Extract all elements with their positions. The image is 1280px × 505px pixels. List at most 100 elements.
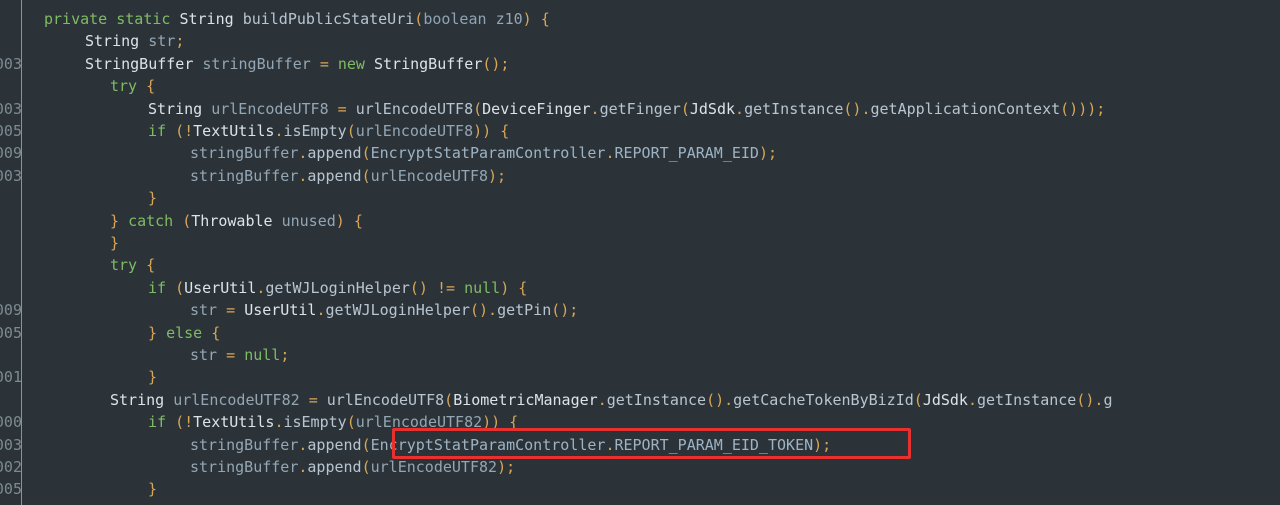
code-token: BiometricManager bbox=[453, 390, 598, 409]
line-number: 001 bbox=[0, 368, 22, 387]
code-token: = bbox=[226, 346, 236, 364]
code-line[interactable]: } else { bbox=[148, 322, 220, 344]
code-token: UserUtil bbox=[244, 301, 317, 320]
code-line[interactable]: private static String buildPublicStateUr… bbox=[44, 8, 550, 30]
code-line[interactable]: } bbox=[148, 366, 157, 388]
code-token: . bbox=[597, 390, 607, 409]
code-token: stringBuffer bbox=[202, 54, 311, 73]
code-token: boolean bbox=[423, 10, 487, 28]
code-token: ( bbox=[414, 10, 424, 28]
code-token: ( bbox=[346, 122, 356, 140]
code-token: ( bbox=[361, 144, 371, 163]
line-number: 009 bbox=[0, 301, 22, 320]
code-line[interactable]: if (!TextUtils.isEmpty(urlEncodeUTF8)) { bbox=[148, 120, 509, 142]
code-line[interactable]: } catch (Throwable unused2) { bbox=[110, 501, 372, 505]
code-line[interactable]: stringBuffer.append(EncryptStatParamCont… bbox=[190, 142, 777, 164]
code-line[interactable]: } bbox=[148, 187, 157, 209]
code-token: { bbox=[540, 10, 550, 28]
code-token: stringBuffer bbox=[190, 458, 299, 476]
code-line[interactable]: if (!TextUtils.isEmpty(urlEncodeUTF82)) … bbox=[148, 411, 518, 433]
code-line[interactable]: str = UserUtil.getWJLoginHelper().getPin… bbox=[190, 299, 578, 321]
code-token: = bbox=[319, 54, 329, 73]
code-token: . bbox=[967, 390, 977, 409]
code-line[interactable]: str = null; bbox=[190, 344, 289, 366]
code-token: (! bbox=[175, 122, 194, 140]
code-line[interactable]: stringBuffer.append(urlEncodeUTF8); bbox=[190, 165, 506, 187]
code-token: () bbox=[1076, 390, 1095, 409]
code-token: ( bbox=[182, 211, 192, 230]
code-line[interactable]: stringBuffer.append(EncryptStatParamCont… bbox=[190, 434, 831, 456]
line-number bbox=[0, 232, 22, 254]
line-number bbox=[0, 75, 22, 97]
code-token: UserUtil bbox=[184, 278, 257, 297]
code-token: try bbox=[110, 256, 138, 275]
code-token: String bbox=[148, 99, 203, 118]
code-token: if bbox=[148, 278, 167, 297]
code-token: urlEncodeUTF82 bbox=[355, 413, 483, 432]
code-token: append bbox=[307, 144, 362, 163]
code-line[interactable]: } bbox=[148, 478, 157, 500]
code-line[interactable]: stringBuffer.append(urlEncodeUTF82); bbox=[190, 456, 515, 478]
code-content-area[interactable]: private static String buildPublicStateUr… bbox=[25, 0, 1280, 505]
code-token: append bbox=[307, 166, 362, 185]
line-number: 003 bbox=[0, 435, 22, 454]
code-token: z10 bbox=[495, 10, 523, 28]
code-token: urlEncodeUTF82 bbox=[370, 458, 498, 476]
code-token: ())); bbox=[1060, 99, 1106, 118]
code-token: else bbox=[166, 323, 203, 342]
code-line[interactable]: String urlEncodeUTF8 = urlEncodeUTF8(Dev… bbox=[148, 98, 1105, 120]
code-token: str bbox=[148, 32, 176, 51]
code-token: (); bbox=[482, 54, 510, 73]
line-number bbox=[0, 254, 22, 276]
code-token: urlEncodeUTF8 bbox=[355, 99, 474, 118]
code-token: JdSdk bbox=[689, 99, 736, 118]
line-number bbox=[0, 501, 22, 505]
gutter-divider bbox=[21, 0, 22, 505]
code-token: . bbox=[861, 99, 871, 118]
code-line[interactable]: try { bbox=[110, 254, 155, 276]
code-token: getInstance bbox=[977, 390, 1077, 409]
code-token: if bbox=[148, 413, 167, 432]
code-editor[interactable]: 003 003 005 009 003 009 005 001 000 003 002 005 pri… bbox=[0, 0, 1280, 505]
code-token: )) bbox=[482, 413, 501, 432]
code-token: (); bbox=[551, 301, 579, 320]
code-token: TextUtils bbox=[193, 413, 275, 432]
code-token: getWJLoginHelper bbox=[325, 301, 470, 320]
line-number bbox=[0, 277, 22, 299]
code-token: TextUtils bbox=[193, 122, 275, 140]
code-token: { bbox=[146, 77, 156, 96]
code-token: = bbox=[337, 99, 347, 118]
code-token: static bbox=[116, 10, 171, 28]
code-token: ); bbox=[488, 166, 507, 185]
code-token: urlEncodeUTF82 bbox=[173, 390, 300, 409]
code-token: isEmpty bbox=[283, 122, 347, 140]
code-token: ; bbox=[280, 346, 290, 364]
code-line[interactable]: } catch (Throwable unused) { bbox=[110, 210, 363, 232]
code-line[interactable]: StringBuffer stringBuffer = new StringBu… bbox=[85, 53, 509, 75]
line-number: 009 bbox=[0, 144, 22, 163]
code-line[interactable]: String str; bbox=[85, 30, 184, 52]
code-line[interactable]: if (UserUtil.getWJLoginHelper() != null)… bbox=[148, 277, 527, 299]
code-token: stringBuffer bbox=[190, 144, 299, 163]
code-line[interactable]: String urlEncodeUTF82 = urlEncodeUTF8(Bi… bbox=[110, 389, 1112, 411]
code-line[interactable]: } bbox=[110, 232, 119, 254]
code-token: EncryptStatParamController bbox=[370, 435, 606, 454]
code-token: try bbox=[110, 77, 138, 96]
code-token: . bbox=[735, 99, 745, 118]
code-token: } bbox=[110, 211, 120, 230]
code-token: if bbox=[148, 122, 167, 140]
code-token: ( bbox=[473, 99, 483, 118]
code-line[interactable]: try { bbox=[110, 75, 155, 97]
code-token: isEmpty bbox=[283, 413, 347, 432]
